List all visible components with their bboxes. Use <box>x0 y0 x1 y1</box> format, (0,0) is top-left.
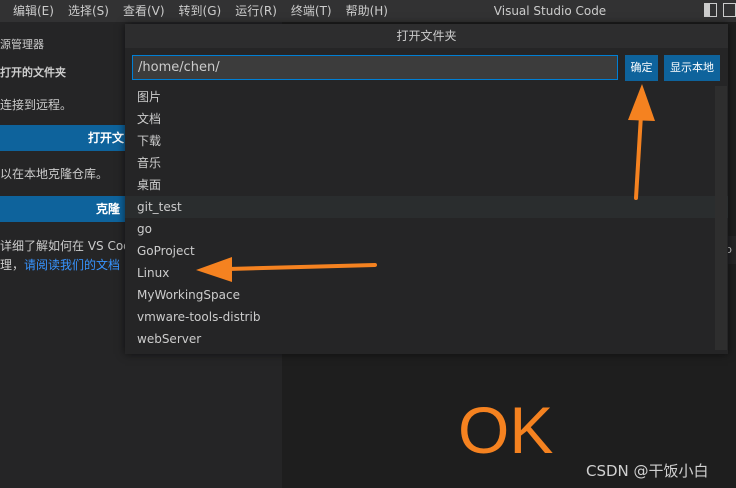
vscode-window: 编辑(E) 选择(S) 查看(V) 转到(G) 运行(R) 终端(T) 帮助(H… <box>0 0 736 488</box>
arrow-up-to-confirm <box>628 84 655 200</box>
ok-annotation: OK <box>458 393 554 467</box>
watermark: CSDN @干饭小白 <box>586 462 709 480</box>
arrow-to-linux <box>196 257 377 282</box>
annotation-arrows <box>196 84 655 282</box>
